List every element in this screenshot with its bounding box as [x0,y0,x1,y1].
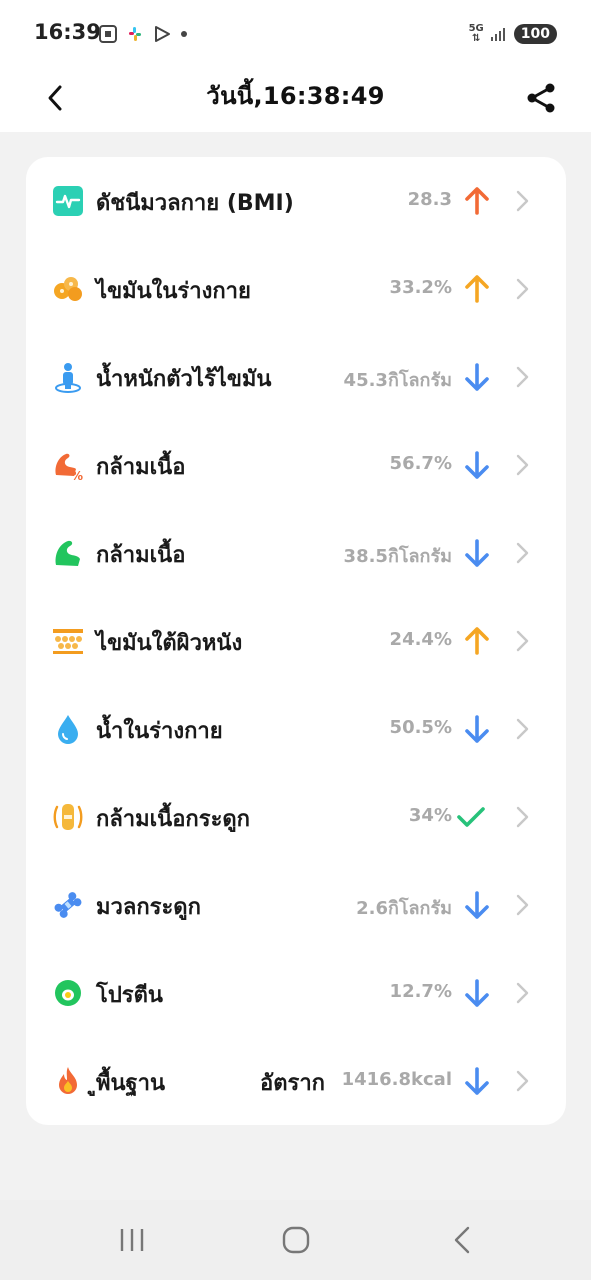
subcutaneous-fat-icon [53,629,83,654]
arrow-down-icon [465,451,489,479]
metric-label-overflow: อัตราก [260,1071,325,1096]
chevron-right-icon [516,190,529,212]
network-type: 5G ⇅ [469,24,484,44]
metric-value: 50.5% [389,717,452,738]
metric-value: 24.4% [389,629,452,650]
share-icon [527,83,555,113]
metric-value: 38.5กิโลกรัม [343,546,452,567]
metric-value: 45.3กิโลกรัม [343,370,452,391]
metric-row-muscle-mass[interactable]: กล้ามเนื้อ 38.5กิโลกรัม [26,509,566,597]
play-store-icon [155,26,170,42]
arrow-down-icon [465,539,489,567]
metric-value: 56.7% [389,453,452,474]
metric-label: ดัชนีมวลกาย (BMI) [96,191,294,216]
svg-text:%: % [71,469,83,481]
chevron-right-icon [516,542,529,564]
metric-value: 34% [408,805,452,826]
bone-icon [54,892,82,918]
metric-value: 1416.8kcal [341,1069,452,1090]
metric-label: กล้ามเนื้อกระดูก [96,807,250,832]
status-time: 16:39 [34,20,101,44]
flame-icon [59,1067,77,1094]
screenshot-icon [99,25,117,43]
body-fat-icon [54,277,82,301]
muscle-icon [55,540,80,566]
heartbeat-icon [53,186,83,216]
person-icon [55,363,81,393]
arrow-down-icon [465,363,489,391]
metric-label: ไขมันใต้ผิวหนัง [96,631,243,656]
dot-icon [181,31,187,37]
data-arrows-icon: ⇅ [471,33,481,44]
arrow-down-icon [465,979,489,1007]
status-right: 5G ⇅ 100 [469,22,557,46]
arrow-down-icon [465,715,489,743]
metric-label: กล้ามเนื้อ [96,543,186,568]
metric-row-skeletal-muscle[interactable]: กล้ามเนื้อกระดูก 34% [26,773,566,861]
metric-row-protein[interactable]: โปรตีน 12.7% [26,949,566,1037]
chevron-right-icon [516,454,529,476]
arrow-down-icon [465,891,489,919]
slack-icon [129,27,141,41]
chevron-right-icon [516,806,529,828]
recent-apps-button[interactable] [110,1222,154,1258]
metric-label: กล้ามเนื้อ [96,455,186,480]
chevron-right-icon [516,278,529,300]
recent-apps-icon [120,1229,144,1251]
metric-label: มวลกระดูก [96,895,201,920]
muscle-percent-icon: % [55,453,83,481]
metric-label: ูพื้นฐาน [96,1071,166,1096]
skeletal-muscle-icon [53,804,83,830]
arrow-down-icon [465,1067,489,1095]
signal-icon [490,28,505,41]
metrics-card: ดัชนีมวลกาย (BMI) 28.3 ไขมันในร่างกาย 33… [26,157,566,1125]
metric-row-subcutaneous-fat[interactable]: ไขมันใต้ผิวหนัง 24.4% [26,597,566,685]
arrow-up-icon [465,275,489,303]
protein-icon [55,980,81,1006]
chevron-right-icon [516,366,529,388]
back-triangle-icon [454,1226,470,1254]
arrow-up-icon [465,187,489,215]
chevron-right-icon [516,630,529,652]
chevron-right-icon [516,1070,529,1092]
status-bar: 16:39 5G ⇅ 100 [0,0,591,66]
metric-row-basal-metabolic-rate[interactable]: ูพื้นฐาน อัตราก 1416.8kcal [26,1037,566,1125]
arrow-up-icon [465,627,489,655]
metric-row-body-fat[interactable]: ไขมันในร่างกาย 33.2% [26,245,566,333]
metric-label: โปรตีน [96,983,163,1008]
metric-row-lean-body-weight[interactable]: น้ำหนักตัวไร้ไขมัน 45.3กิโลกรัม [26,333,566,421]
metric-value: 28.3 [407,189,452,210]
battery-level: 100 [513,24,557,44]
chevron-right-icon [516,718,529,740]
home-button[interactable] [274,1222,318,1258]
check-icon [457,807,485,827]
metric-value: 2.6กิโลกรัม [356,898,452,919]
system-nav-bar [0,1200,591,1280]
app-header: วันนี้,16:38:49 [0,66,591,132]
metric-label: น้ำในร่างกาย [96,719,223,744]
water-drop-icon [58,715,78,744]
metric-row-muscle-percent[interactable]: % กล้ามเนื้อ 56.7% [26,421,566,509]
share-button[interactable] [521,76,561,120]
metric-row-body-water[interactable]: น้ำในร่างกาย 50.5% [26,685,566,773]
metric-value: 33.2% [389,277,452,298]
system-back-button[interactable] [440,1222,484,1258]
metric-row-bone-mass[interactable]: มวลกระดูก 2.6กิโลกรัม [26,861,566,949]
metric-row-bmi[interactable]: ดัชนีมวลกาย (BMI) 28.3 [26,157,566,245]
metric-value: 12.7% [389,981,452,1002]
metric-label: น้ำหนักตัวไร้ไขมัน [96,367,272,392]
home-icon [282,1226,310,1254]
status-notification-icons [98,22,188,46]
page-title: วันนี้,16:38:49 [206,82,385,110]
metric-label: ไขมันในร่างกาย [96,279,251,304]
chevron-right-icon [516,982,529,1004]
chevron-right-icon [516,894,529,916]
